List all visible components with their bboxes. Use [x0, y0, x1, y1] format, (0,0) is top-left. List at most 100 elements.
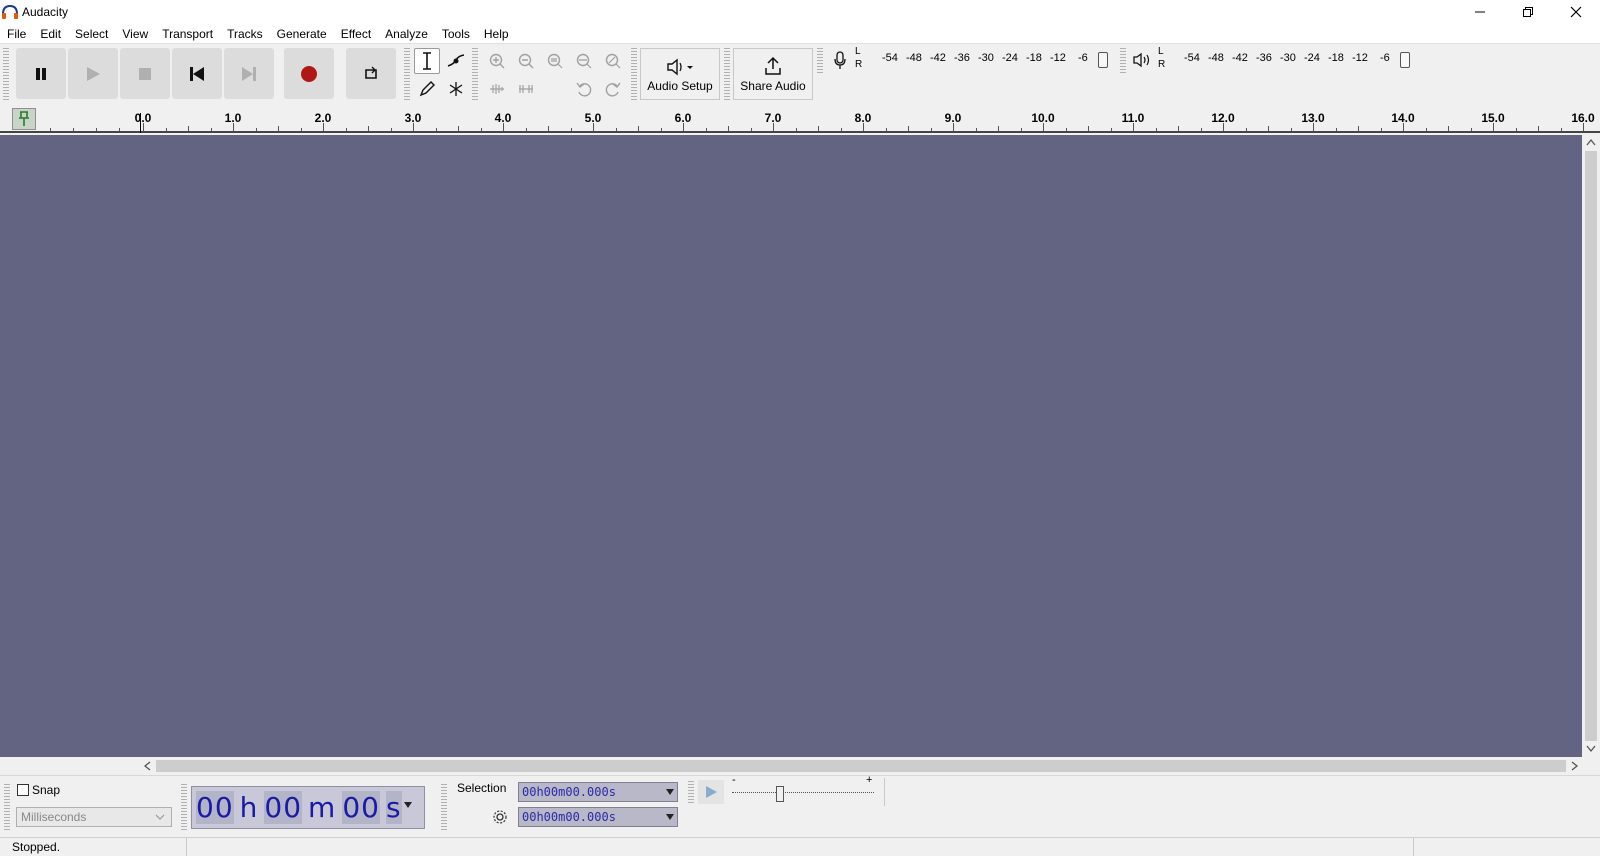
record-meter-scale[interactable]: -54 -48 -42 -36 -30 -24 -18 -12 -6	[868, 52, 1108, 70]
share-audio-button[interactable]: Share Audio	[733, 48, 813, 100]
minimize-button[interactable]	[1456, 0, 1504, 24]
play-meter-scale[interactable]: -54 -48 -42 -36 -30 -24 -18 -12 -6	[1170, 52, 1412, 70]
edit-toolbar-grip[interactable]	[472, 48, 478, 100]
record-button[interactable]	[284, 48, 334, 99]
i-beam-icon	[423, 52, 431, 70]
time-toolbar-grip[interactable]	[181, 784, 187, 832]
scroll-left-icon[interactable]	[143, 761, 151, 771]
selection-end-dropdown-icon[interactable]	[666, 814, 674, 820]
silence-audio-button[interactable]	[513, 76, 539, 102]
timeline-ruler[interactable]: 0.0 1.0 2.0 3.0 4.0 5.0 6.0 7.0 8.0 9.0 10.0 11.0 12…	[0, 105, 1600, 133]
play-meter-slider-handle[interactable]	[1400, 52, 1410, 68]
vertical-scrollbar[interactable]	[1582, 135, 1600, 757]
envelope-icon	[447, 54, 465, 67]
draw-tool-button[interactable]	[414, 76, 440, 102]
time-display[interactable]: 00 h 00 m 00 s	[191, 786, 425, 829]
pin-playhead-button[interactable]	[12, 108, 36, 130]
ruler-tick	[50, 128, 51, 131]
ruler-tick	[1043, 123, 1044, 131]
undo-button[interactable]	[571, 76, 597, 102]
menu-edit[interactable]: Edit	[33, 24, 68, 44]
envelope-tool-button[interactable]	[443, 48, 469, 74]
snap-unit-select[interactable]: Milliseconds	[16, 807, 172, 827]
time-minutes-unit: m	[308, 791, 337, 824]
tools-toolbar-grip[interactable]	[404, 48, 410, 100]
ruler-tick	[706, 128, 707, 131]
selection-tool-button[interactable]	[414, 48, 440, 74]
ruler-tick	[751, 128, 752, 131]
menu-tools[interactable]: Tools	[435, 24, 477, 44]
horizontal-scrollbar[interactable]	[140, 757, 1582, 775]
menu-generate[interactable]: Generate	[270, 24, 334, 44]
audio-setup-toolbar-grip[interactable]	[631, 48, 637, 100]
speaker-dropdown-icon	[667, 58, 693, 76]
ruler-tick	[143, 123, 144, 131]
record-meter-slider-handle[interactable]	[1098, 52, 1108, 68]
menu-analyze[interactable]: Analyze	[378, 24, 435, 44]
selection-start-value: 00h00m00.000s	[522, 785, 616, 799]
ruler-tick	[796, 128, 797, 131]
play-meter-grip[interactable]	[1120, 48, 1126, 73]
record-meter-tick-label: -24	[1002, 52, 1018, 64]
vertical-scroll-thumb[interactable]	[1585, 151, 1597, 741]
microphone-icon[interactable]	[832, 50, 848, 70]
speaker-icon[interactable]	[1132, 52, 1152, 68]
time-hours-unit: h	[239, 791, 259, 824]
multi-tool-button[interactable]	[443, 76, 469, 102]
ruler-tick	[1246, 128, 1247, 131]
playback-speed-slider[interactable]	[732, 784, 874, 804]
selection-toolbar-grip[interactable]	[441, 784, 447, 832]
ruler-tick	[616, 128, 617, 131]
ruler-tick	[571, 128, 572, 131]
record-meter-grip[interactable]	[817, 48, 823, 73]
play-button[interactable]	[68, 48, 118, 99]
pause-button[interactable]	[16, 48, 66, 99]
gear-icon[interactable]	[492, 809, 508, 825]
restore-button[interactable]	[1504, 0, 1552, 24]
horizontal-scroll-thumb[interactable]	[156, 760, 1566, 772]
loop-button[interactable]	[346, 48, 396, 99]
stop-button[interactable]	[120, 48, 170, 99]
menu-tracks[interactable]: Tracks	[220, 24, 270, 44]
play-at-speed-button[interactable]	[698, 780, 724, 804]
skip-to-start-button[interactable]	[172, 48, 222, 99]
audio-setup-button[interactable]: Audio Setup	[640, 48, 720, 100]
fit-selection-button[interactable]	[542, 48, 568, 74]
scroll-up-icon[interactable]	[1586, 138, 1596, 146]
scroll-right-icon[interactable]	[1571, 761, 1579, 771]
redo-button[interactable]	[600, 76, 626, 102]
snap-unit-value: Milliseconds	[21, 810, 87, 824]
menu-help[interactable]: Help	[477, 24, 516, 44]
selection-start-field[interactable]: 00h00m00.000s	[518, 782, 678, 802]
ruler-tick	[638, 126, 639, 131]
play-meter-left-label: L	[1158, 46, 1164, 57]
zoom-out-button[interactable]	[513, 48, 539, 74]
track-area[interactable]	[0, 135, 1582, 757]
menu-effect[interactable]: Effect	[334, 24, 378, 44]
ruler-tick	[1336, 128, 1337, 131]
zoom-selection-icon	[547, 53, 563, 69]
share-audio-toolbar-grip[interactable]	[724, 48, 730, 100]
menu-select[interactable]: Select	[68, 24, 115, 44]
ruler-tick	[233, 123, 234, 131]
zoom-in-button[interactable]	[484, 48, 510, 74]
menu-file[interactable]: File	[0, 24, 33, 44]
time-format-dropdown-icon[interactable]	[403, 801, 412, 808]
fit-project-button[interactable]	[571, 48, 597, 74]
zoom-toggle-button[interactable]	[600, 48, 626, 74]
selection-end-field[interactable]: 00h00m00.000s	[518, 807, 678, 827]
menu-transport[interactable]: Transport	[155, 24, 220, 44]
snap-checkbox[interactable]	[17, 784, 29, 796]
transport-toolbar-grip[interactable]	[3, 48, 9, 100]
skip-to-end-button[interactable]	[224, 48, 274, 99]
scroll-down-icon[interactable]	[1586, 745, 1596, 753]
menu-view[interactable]: View	[115, 24, 155, 44]
ruler-tick	[1156, 128, 1157, 131]
trim-audio-button[interactable]	[484, 76, 510, 102]
play-at-speed-toolbar-grip[interactable]	[688, 781, 694, 805]
snap-toolbar-grip[interactable]	[4, 784, 10, 832]
close-button[interactable]	[1552, 0, 1600, 24]
speed-slider-handle[interactable]	[776, 786, 784, 802]
ruler-tick	[413, 123, 414, 131]
selection-start-dropdown-icon[interactable]	[666, 789, 674, 795]
